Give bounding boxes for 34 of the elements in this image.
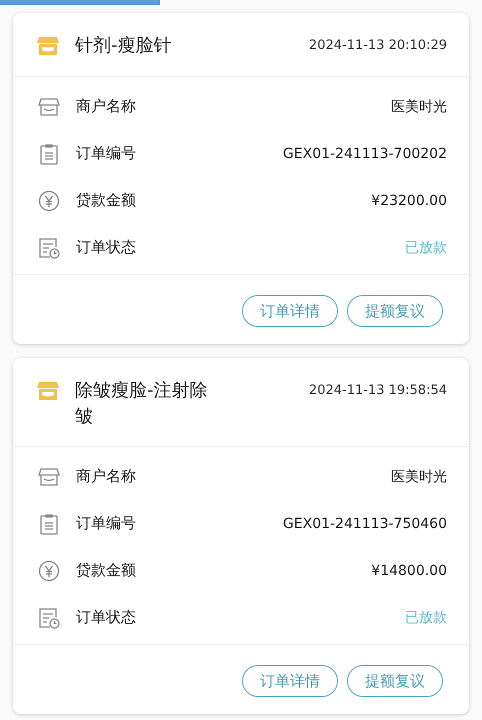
shop-icon bbox=[37, 381, 59, 401]
yen-coin-icon bbox=[38, 190, 60, 212]
field-value: GEX01-241113-700202 bbox=[282, 146, 447, 162]
status-value: 已放款 bbox=[405, 608, 447, 626]
field-value: 医美时光 bbox=[391, 98, 447, 116]
field-label: 订单编号 bbox=[76, 144, 136, 163]
storefront-icon bbox=[38, 466, 60, 486]
order-title: 除皱瘦脸-注射除皱 bbox=[75, 379, 208, 429]
field-label: 商户名称 bbox=[76, 467, 136, 486]
order-time: 2024-11-13 19:58:54 bbox=[308, 382, 447, 400]
field-value: ¥14800.00 bbox=[371, 562, 447, 578]
field-label: 商户名称 bbox=[76, 97, 136, 116]
clipboard-icon bbox=[38, 512, 60, 534]
order-details-button[interactable]: 订单详情 bbox=[242, 295, 338, 327]
field-label: 贷款金额 bbox=[76, 191, 136, 210]
limit-review-button[interactable]: 提额复议 bbox=[347, 295, 443, 327]
field-value: GEX01-241113-750460 bbox=[282, 516, 447, 532]
field-label: 订单状态 bbox=[76, 238, 136, 257]
order-time: 2024-11-13 20:10:29 bbox=[308, 37, 447, 55]
document-clock-icon bbox=[38, 606, 60, 628]
document-clock-icon bbox=[38, 236, 60, 258]
order-details-button[interactable]: 订单详情 bbox=[242, 665, 338, 697]
status-value: 已放款 bbox=[405, 238, 447, 256]
storefront-icon bbox=[38, 96, 60, 116]
field-label: 订单状态 bbox=[76, 608, 136, 627]
yen-coin-icon bbox=[38, 560, 60, 582]
field-value: ¥23200.00 bbox=[371, 192, 447, 208]
field-label: 订单编号 bbox=[76, 514, 136, 533]
field-label: 贷款金额 bbox=[76, 561, 136, 580]
field-value: 医美时光 bbox=[391, 468, 447, 486]
clipboard-icon bbox=[38, 142, 60, 164]
order-title: 针剂-瘦脸针 bbox=[75, 34, 172, 58]
shop-icon bbox=[37, 36, 59, 56]
limit-review-button[interactable]: 提额复议 bbox=[347, 665, 443, 697]
